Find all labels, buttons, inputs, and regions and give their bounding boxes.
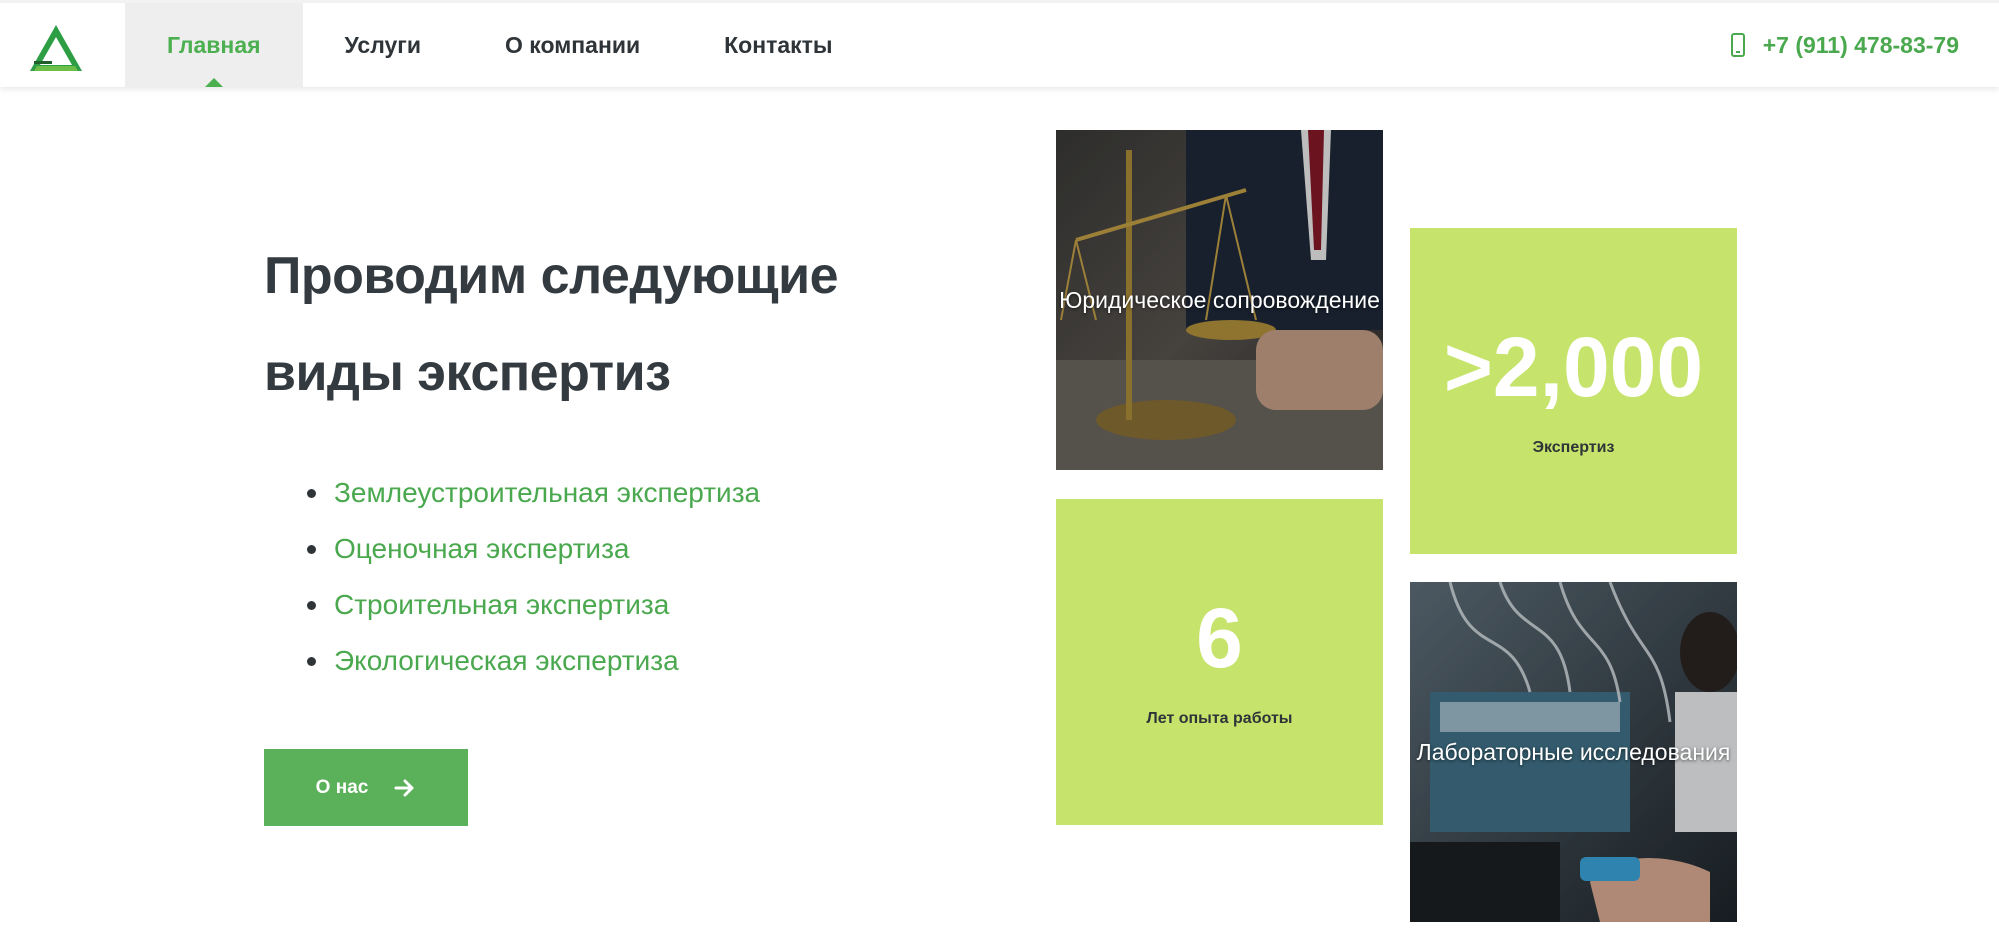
phone-link[interactable]: +7 (911) 478-83-79 (1730, 3, 1959, 87)
tile-legal-support[interactable]: Юридическое сопровождение (1056, 130, 1383, 470)
arrow-right-icon (394, 779, 414, 796)
about-button[interactable]: О нас (264, 749, 468, 826)
stat-expertises-value: >2,000 (1443, 320, 1704, 414)
stat-expertises-label: Экспертиз (1532, 439, 1615, 456)
stat-tile-expertises: >2,000 Экспертиз (1410, 228, 1737, 554)
tile-legal-caption: Юридическое сопровождение (1059, 286, 1380, 313)
page-title: Проводим следующие виды экспертиз (264, 247, 839, 402)
phone-number: +7 (911) 478-83-79 (1762, 32, 1959, 58)
nav-item-contacts[interactable]: Контакты (682, 3, 874, 87)
nav-item-services[interactable]: Услуги (303, 3, 463, 87)
nav-item-about[interactable]: О компании (463, 3, 682, 87)
service-link-construction[interactable]: Строительная экспертиза (306, 577, 760, 633)
service-link-land[interactable]: Землеустроительная экспертиза (306, 465, 760, 521)
service-link-valuation[interactable]: Оценочная экспертиза (306, 521, 760, 577)
site-header: Главная Услуги О компании Контакты +7 (9… (0, 0, 1999, 87)
nav-item-home[interactable]: Главная (125, 3, 303, 87)
triangle-logo-icon[interactable] (28, 23, 84, 73)
tile-lab-research[interactable]: Лабораторные исследования (1410, 582, 1737, 922)
tile-lab-caption: Лабораторные исследования (1416, 738, 1731, 765)
service-link-ecology[interactable]: Экологическая экспертиза (306, 633, 760, 689)
stat-experience-value: 6 (1196, 591, 1243, 685)
smartphone-icon (1730, 33, 1745, 57)
about-button-label: О нас (315, 776, 369, 798)
stat-experience-label: Лет опыта работы (1146, 710, 1293, 727)
main-nav: Главная Услуги О компании Контакты (125, 3, 875, 87)
services-list: Землеустроительная экспертиза Оценочная … (264, 465, 760, 689)
stat-tile-experience: 6 Лет опыта работы (1056, 499, 1383, 825)
